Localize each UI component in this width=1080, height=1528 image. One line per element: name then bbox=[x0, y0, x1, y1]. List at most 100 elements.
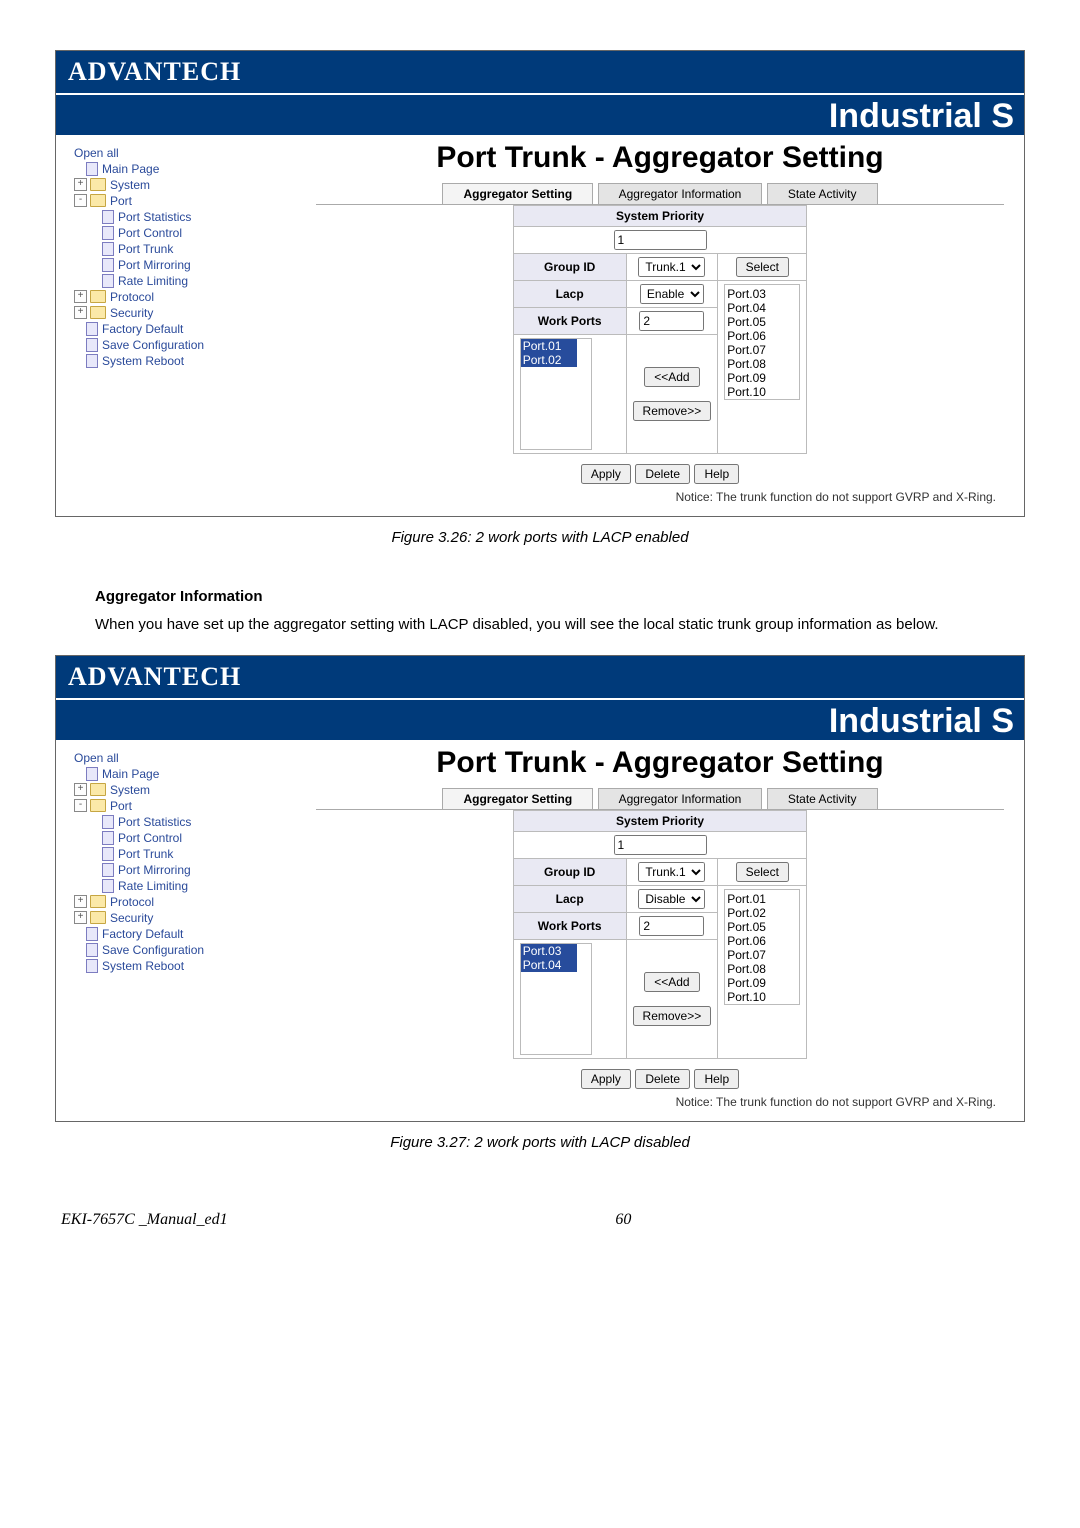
figure-caption-2: Figure 3.27: 2 work ports with LACP disa… bbox=[55, 1134, 1025, 1151]
help-button[interactable]: Help bbox=[694, 464, 739, 484]
banner-text: Industrial S bbox=[56, 698, 1024, 740]
tab-aggregator-information[interactable]: Aggregator Information bbox=[598, 788, 763, 809]
delete-button[interactable]: Delete bbox=[635, 464, 690, 484]
nav-port[interactable]: Port bbox=[110, 193, 132, 209]
folder-icon bbox=[90, 194, 106, 207]
page-icon bbox=[102, 274, 114, 288]
nav-protocol[interactable]: Protocol bbox=[110, 289, 154, 305]
banner-text: Industrial S bbox=[56, 93, 1024, 135]
expand-icon[interactable]: + bbox=[74, 290, 87, 303]
tab-aggregator-setting[interactable]: Aggregator Setting bbox=[442, 183, 593, 204]
expand-icon[interactable]: + bbox=[74, 178, 87, 191]
tab-aggregator-information[interactable]: Aggregator Information bbox=[598, 183, 763, 204]
collapse-icon[interactable]: - bbox=[74, 194, 87, 207]
add-button[interactable]: <<Add bbox=[644, 367, 699, 387]
nav-rate-limiting[interactable]: Rate Limiting bbox=[118, 878, 188, 894]
available-port[interactable]: Port.06 bbox=[727, 934, 797, 948]
nav-port-trunk[interactable]: Port Trunk bbox=[118, 241, 173, 257]
nav-port-trunk[interactable]: Port Trunk bbox=[118, 846, 173, 862]
select-button[interactable]: Select bbox=[736, 257, 789, 277]
expand-icon[interactable]: + bbox=[74, 911, 87, 924]
nav-protocol[interactable]: Protocol bbox=[110, 894, 154, 910]
available-port[interactable]: Port.10 bbox=[727, 990, 797, 1004]
page-icon bbox=[86, 338, 98, 352]
nav-port-control[interactable]: Port Control bbox=[118, 830, 182, 846]
nav-save-configuration[interactable]: Save Configuration bbox=[102, 942, 204, 958]
group-id-select[interactable]: Trunk.1 bbox=[638, 257, 705, 277]
tab-state-activity[interactable]: State Activity bbox=[767, 788, 878, 809]
folder-icon bbox=[90, 911, 106, 924]
available-port[interactable]: Port.03 bbox=[727, 287, 797, 301]
nav-security[interactable]: Security bbox=[110, 305, 153, 321]
expand-icon[interactable]: + bbox=[74, 783, 87, 796]
collapse-icon[interactable]: - bbox=[74, 799, 87, 812]
selected-port[interactable]: Port.01 bbox=[521, 339, 577, 353]
expand-icon[interactable]: + bbox=[74, 306, 87, 319]
help-button[interactable]: Help bbox=[694, 1069, 739, 1089]
notice-text: Notice: The trunk function do not suppor… bbox=[304, 1095, 1016, 1109]
page-icon bbox=[86, 162, 98, 176]
tab-state-activity[interactable]: State Activity bbox=[767, 183, 878, 204]
nav-port-mirroring[interactable]: Port Mirroring bbox=[118, 862, 191, 878]
nav-system[interactable]: System bbox=[110, 177, 150, 193]
select-button[interactable]: Select bbox=[736, 862, 789, 882]
available-port[interactable]: Port.05 bbox=[727, 315, 797, 329]
available-port[interactable]: Port.09 bbox=[727, 976, 797, 990]
page-icon bbox=[86, 354, 98, 368]
work-ports-input[interactable] bbox=[639, 311, 704, 331]
available-port[interactable]: Port.08 bbox=[727, 962, 797, 976]
apply-button[interactable]: Apply bbox=[581, 1069, 631, 1089]
available-port[interactable]: Port.07 bbox=[727, 948, 797, 962]
nav-factory-default[interactable]: Factory Default bbox=[102, 926, 183, 942]
nav-main-page[interactable]: Main Page bbox=[102, 161, 159, 177]
available-port[interactable]: Port.04 bbox=[727, 301, 797, 315]
nav-port-statistics[interactable]: Port Statistics bbox=[118, 814, 191, 830]
system-priority-input[interactable] bbox=[614, 835, 707, 855]
nav-system[interactable]: System bbox=[110, 782, 150, 798]
nav-open-all[interactable]: Open all bbox=[74, 750, 119, 766]
work-ports-input[interactable] bbox=[639, 916, 704, 936]
page-icon bbox=[102, 258, 114, 272]
remove-button[interactable]: Remove>> bbox=[633, 1006, 712, 1026]
nav-factory-default[interactable]: Factory Default bbox=[102, 321, 183, 337]
nav-main-page[interactable]: Main Page bbox=[102, 766, 159, 782]
nav-open-all[interactable]: Open all bbox=[74, 145, 119, 161]
available-port[interactable]: Port.01 bbox=[727, 892, 797, 906]
nav-port[interactable]: Port bbox=[110, 798, 132, 814]
available-port[interactable]: Port.08 bbox=[727, 357, 797, 371]
nav-rate-limiting[interactable]: Rate Limiting bbox=[118, 273, 188, 289]
apply-button[interactable]: Apply bbox=[581, 464, 631, 484]
available-port[interactable]: Port.05 bbox=[727, 920, 797, 934]
nav-port-mirroring[interactable]: Port Mirroring bbox=[118, 257, 191, 273]
remove-button[interactable]: Remove>> bbox=[633, 401, 712, 421]
config-table: System Priority Group ID Trunk.1 Select … bbox=[513, 810, 808, 1059]
delete-button[interactable]: Delete bbox=[635, 1069, 690, 1089]
expand-icon[interactable]: + bbox=[74, 895, 87, 908]
selected-port[interactable]: Port.04 bbox=[521, 958, 577, 972]
add-button[interactable]: <<Add bbox=[644, 972, 699, 992]
nav-system-reboot[interactable]: System Reboot bbox=[102, 958, 184, 974]
system-priority-input[interactable] bbox=[614, 230, 707, 250]
nav-save-configuration[interactable]: Save Configuration bbox=[102, 337, 204, 353]
tab-aggregator-setting[interactable]: Aggregator Setting bbox=[442, 788, 593, 809]
nav-port-control[interactable]: Port Control bbox=[118, 225, 182, 241]
available-port[interactable]: Port.02 bbox=[727, 906, 797, 920]
nav-system-reboot[interactable]: System Reboot bbox=[102, 353, 184, 369]
main-panel: Port Trunk - Aggregator Setting Aggregat… bbox=[296, 740, 1024, 1121]
brand-bar: ADVANTECH bbox=[56, 51, 1024, 93]
nav-security[interactable]: Security bbox=[110, 910, 153, 926]
selected-port[interactable]: Port.02 bbox=[521, 353, 577, 367]
available-port[interactable]: Port.10 bbox=[727, 385, 797, 399]
lacp-select[interactable]: Enable bbox=[640, 284, 704, 304]
selected-port[interactable]: Port.03 bbox=[521, 944, 577, 958]
folder-icon bbox=[90, 783, 106, 796]
page-icon bbox=[86, 959, 98, 973]
lacp-select[interactable]: Disable bbox=[638, 889, 705, 909]
available-port[interactable]: Port.09 bbox=[727, 371, 797, 385]
available-port[interactable]: Port.06 bbox=[727, 329, 797, 343]
group-id-select[interactable]: Trunk.1 bbox=[638, 862, 705, 882]
available-port[interactable]: Port.07 bbox=[727, 343, 797, 357]
nav-port-statistics[interactable]: Port Statistics bbox=[118, 209, 191, 225]
page-icon bbox=[86, 767, 98, 781]
page-icon bbox=[102, 815, 114, 829]
